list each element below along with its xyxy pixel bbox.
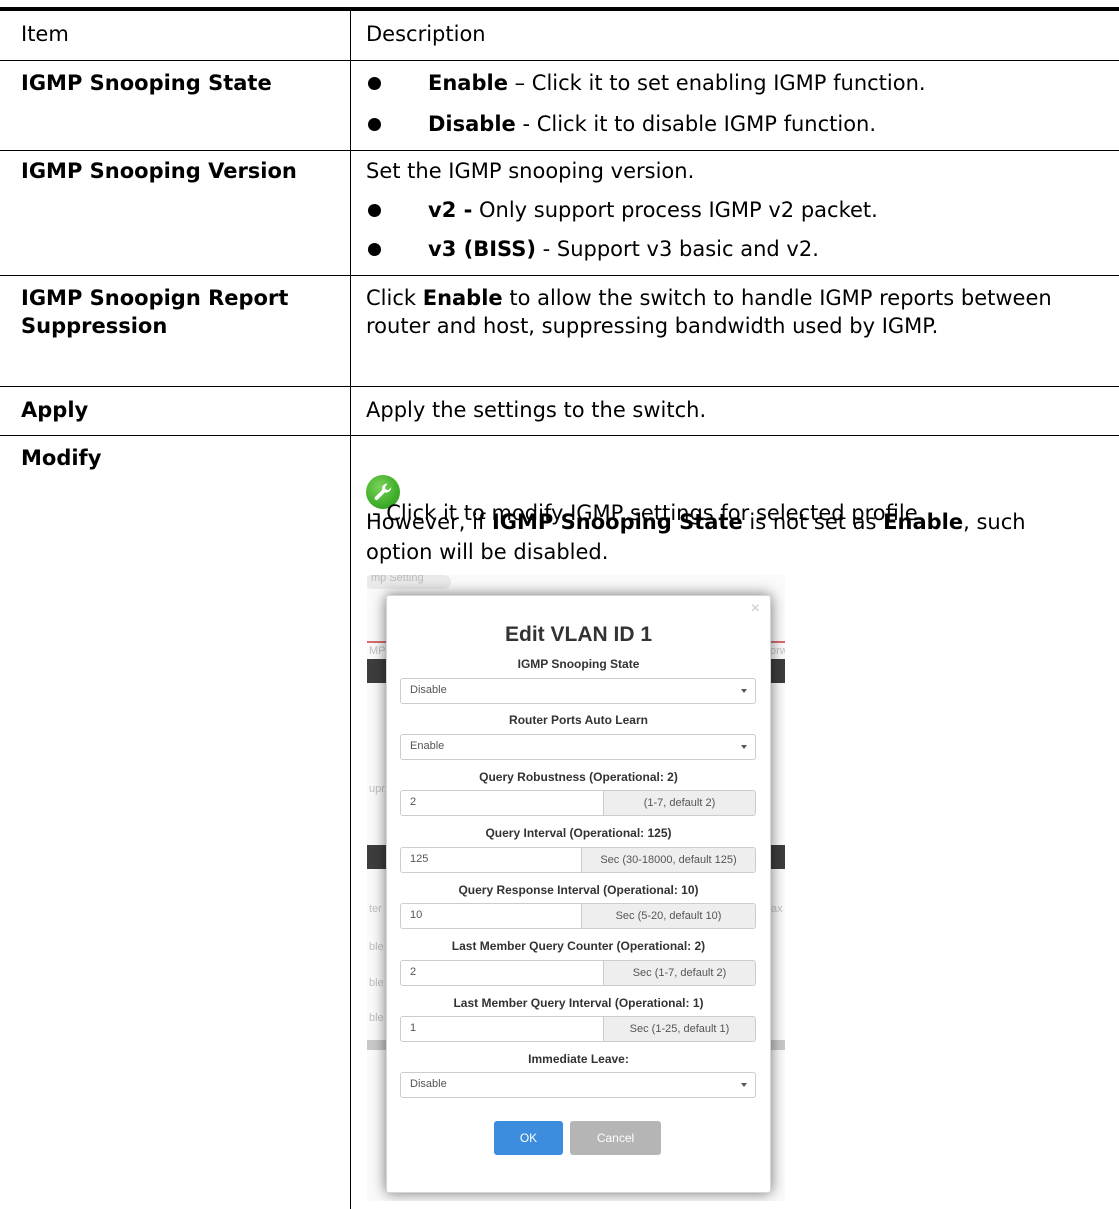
state-label: IGMP Snooping State xyxy=(517,657,640,671)
row-item-modify: Modify xyxy=(21,446,102,470)
autolearn-label: Router Ports Auto Learn xyxy=(509,713,648,727)
lmq-counter-input[interactable]: 2 Sec (1-7, default 2) xyxy=(400,960,756,986)
header-item: Item xyxy=(21,22,69,46)
edit-vlan-modal: × Edit VLAN ID 1 IGMP Snooping State Dis… xyxy=(386,595,771,1193)
immediate-leave-label: Immediate Leave: xyxy=(528,1052,629,1066)
response-interval-input[interactable]: 10 Sec (5-20, default 10) xyxy=(400,903,756,929)
close-icon[interactable]: × xyxy=(751,600,760,618)
ok-button[interactable]: OK xyxy=(494,1121,563,1155)
manual-table: Item Description IGMP Snooping State Ena… xyxy=(0,0,1119,1209)
modal-screenshot: mp Setting MP orw upr ter ax ble ble ble… xyxy=(367,575,785,1201)
bullet-icon xyxy=(368,118,381,131)
row-divider xyxy=(0,435,1119,436)
modify-line3: option will be disabled. xyxy=(366,540,609,564)
background-tab: mp Setting xyxy=(367,575,451,589)
apply-description: Apply the settings to the switch. xyxy=(366,398,707,422)
row-item-apply: Apply xyxy=(21,398,89,422)
response-label: Query Response Interval (Operational: 10… xyxy=(458,883,699,897)
suppression-description: Click Enable to allow the switch to hand… xyxy=(366,286,1052,338)
column-divider xyxy=(350,11,351,1209)
row-item-state: IGMP Snooping State xyxy=(21,71,272,95)
lmq-interval-input[interactable]: 1 Sec (1-25, default 1) xyxy=(400,1016,756,1042)
robustness-label: Query Robustness (Operational: 2) xyxy=(479,770,678,784)
bullet-icon xyxy=(368,243,381,256)
table-top-rule xyxy=(0,7,1119,11)
row-divider xyxy=(0,60,1119,61)
query-interval-input[interactable]: 125 Sec (30-18000, default 125) xyxy=(400,847,756,873)
igmp-state-select[interactable]: Disable xyxy=(400,678,756,704)
row-item-suppression: IGMP Snoopign Report Suppression xyxy=(21,286,289,338)
lmq-counter-label: Last Member Query Counter (Operational: … xyxy=(451,939,706,953)
immediate-leave-select[interactable]: Disable xyxy=(400,1072,756,1098)
lmq-interval-label: Last Member Query Interval (Operational:… xyxy=(453,996,704,1010)
chevron-down-icon xyxy=(741,689,747,693)
chevron-down-icon xyxy=(741,745,747,749)
header-description: Description xyxy=(366,22,486,46)
cancel-button[interactable]: Cancel xyxy=(570,1121,661,1155)
modal-title: Edit VLAN ID 1 xyxy=(504,623,652,646)
row-item-version: IGMP Snooping Version xyxy=(21,159,297,183)
robustness-input[interactable]: 2 (1-7, default 2) xyxy=(400,790,756,816)
interval-label: Query Interval (Operational: 125) xyxy=(485,826,672,840)
modify-line2-text: However, if IGMP Snooping State is not s… xyxy=(366,510,1026,534)
chevron-down-icon xyxy=(741,1083,747,1087)
row-divider xyxy=(0,150,1119,151)
version-intro: Set the IGMP snooping version. xyxy=(366,159,695,183)
row-divider xyxy=(0,275,1119,276)
auto-learn-select[interactable]: Enable xyxy=(400,734,756,760)
bullet-icon xyxy=(368,204,381,217)
bullet-icon xyxy=(368,77,381,90)
row-divider xyxy=(0,386,1119,387)
